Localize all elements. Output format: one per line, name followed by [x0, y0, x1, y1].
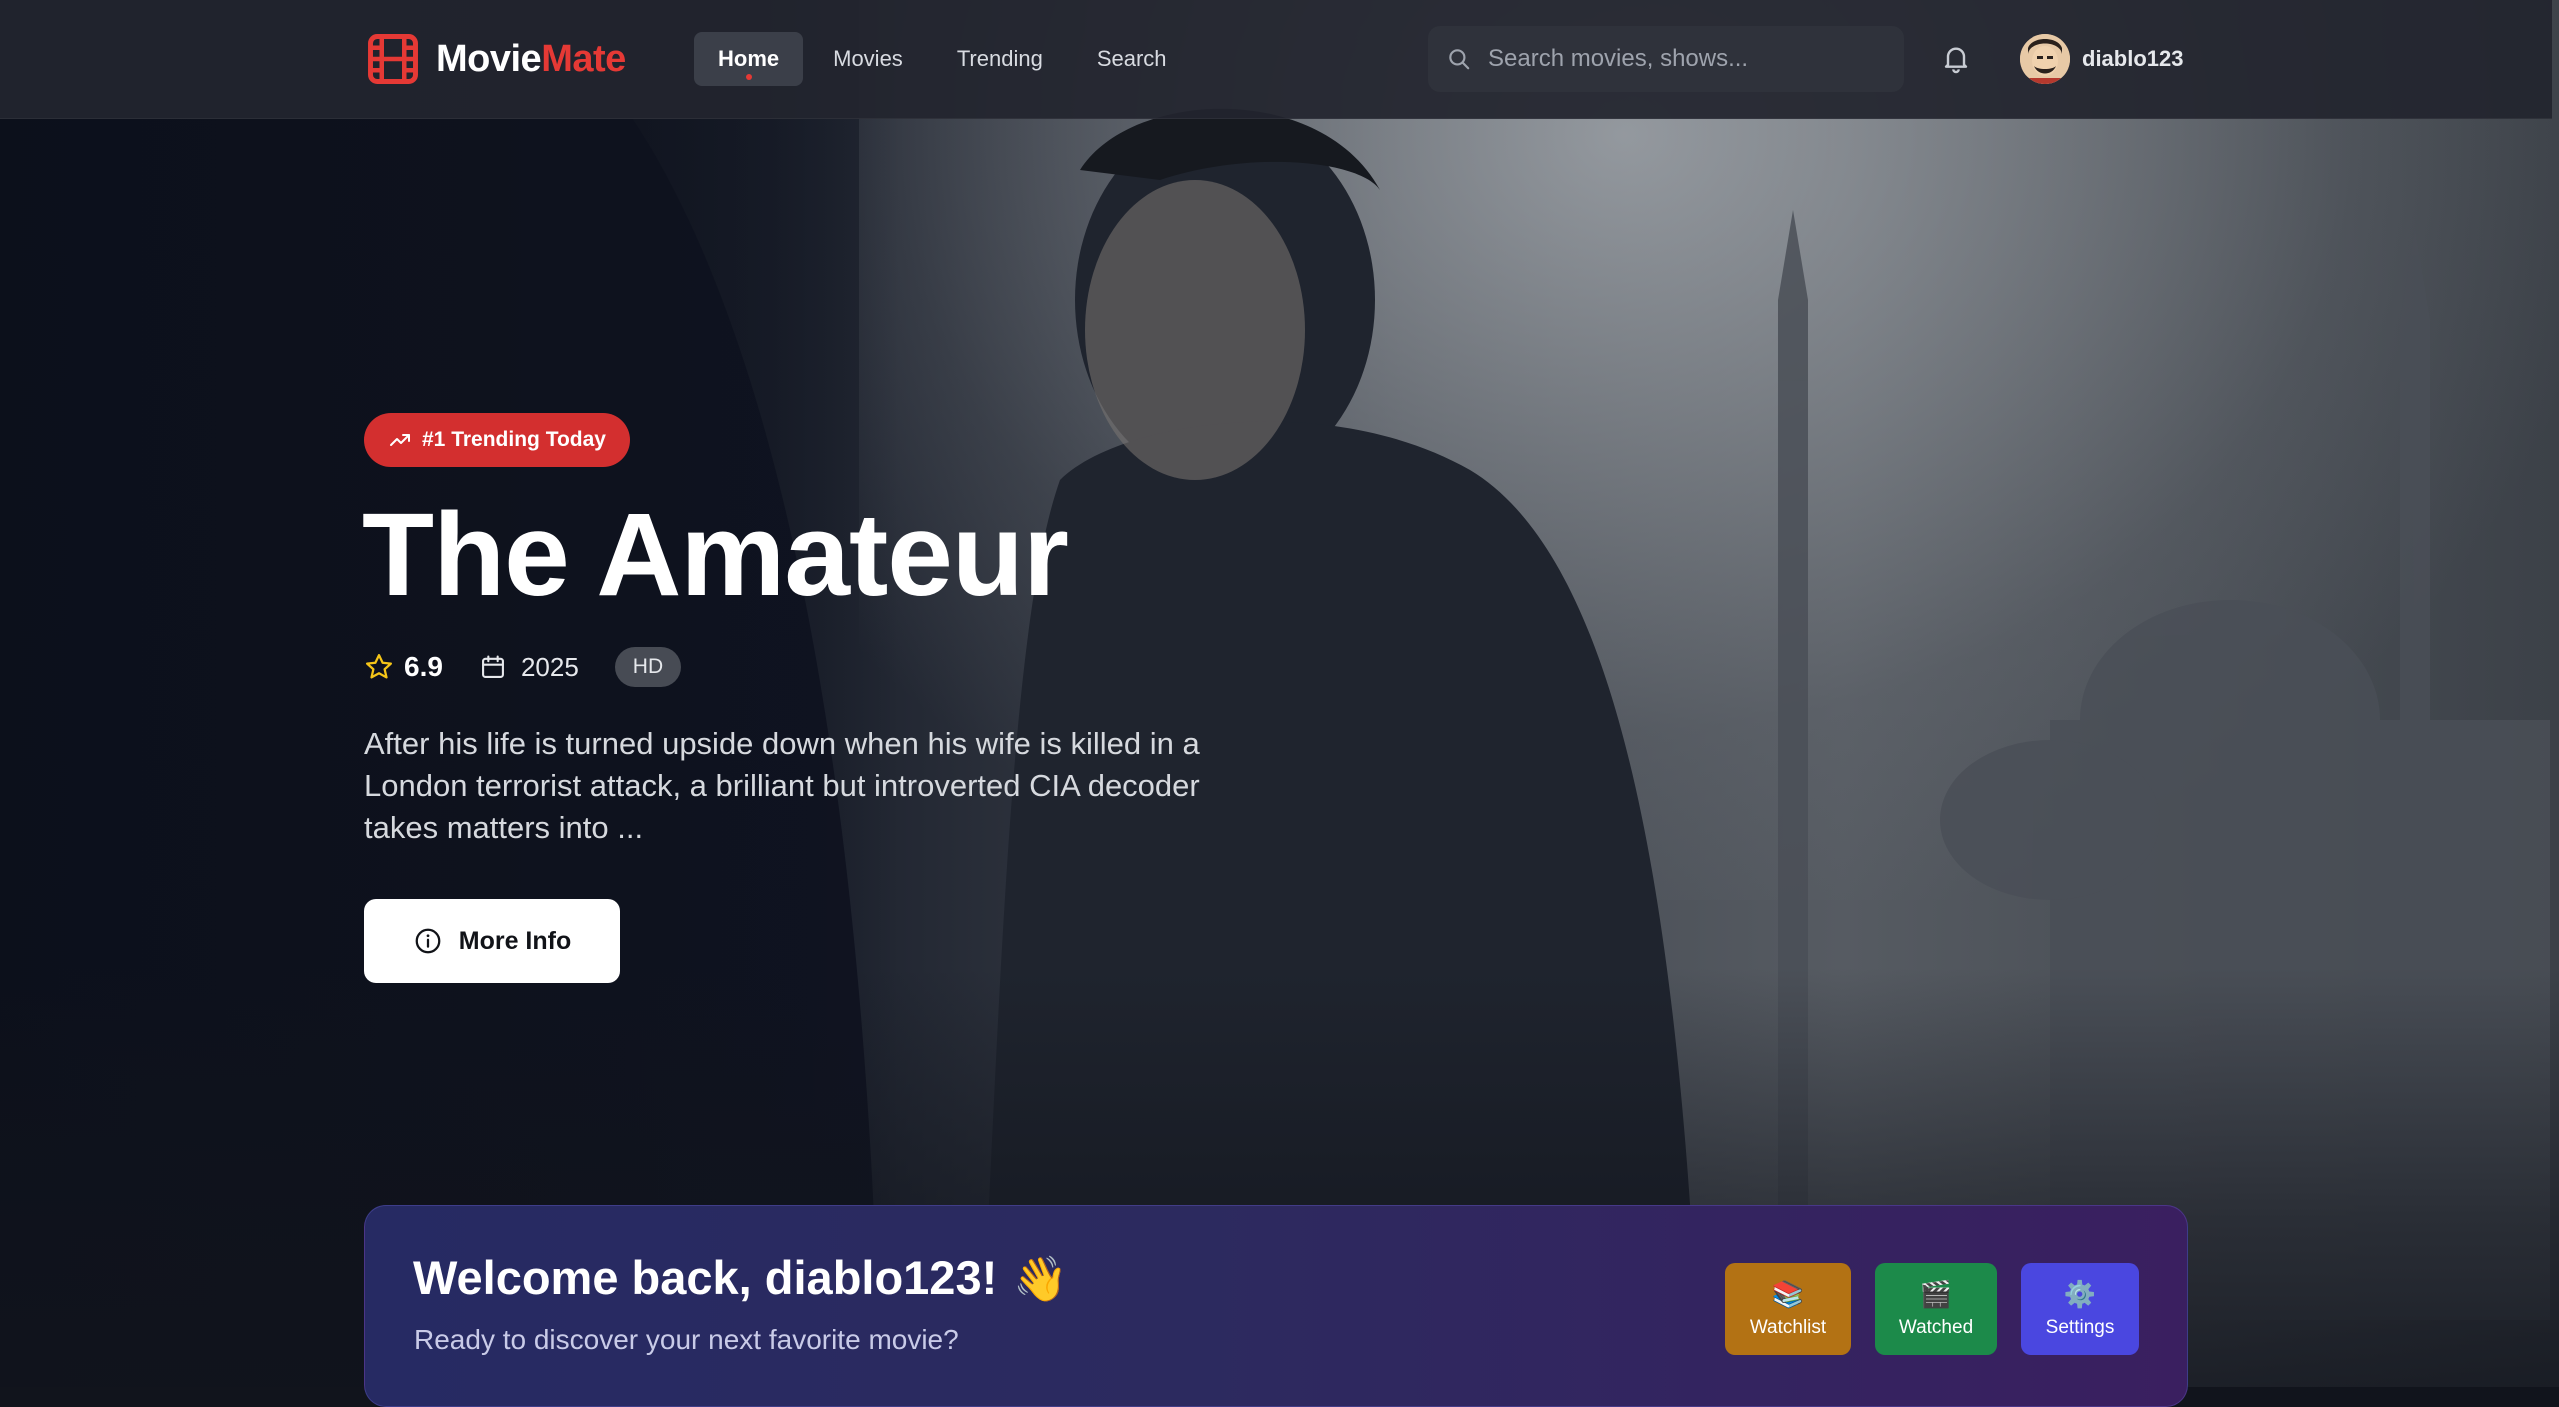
welcome-subtitle: Ready to discover your next favorite mov…: [414, 1324, 959, 1355]
trending-badge: #1 Trending Today: [364, 413, 630, 467]
nav-movies[interactable]: Movies: [809, 32, 927, 86]
top-navigation-bar: MovieMate Home Movies Trending Search Se…: [0, 0, 2552, 119]
star-icon: [366, 654, 392, 679]
movie-description: After his life is turned upside down whe…: [364, 726, 1200, 845]
watched-button[interactable]: 🎬 Watched: [1875, 1263, 1997, 1355]
more-info-button[interactable]: More Info: [364, 899, 620, 983]
bell-icon[interactable]: [1940, 42, 1972, 74]
gear-icon: ⚙️: [2063, 1279, 2097, 1309]
welcome-card: Welcome back, diablo123! 👋 Ready to disco…: [364, 1205, 2188, 1407]
hero-backdrop: [0, 0, 2559, 1387]
search-input[interactable]: [1486, 38, 1890, 80]
username: diablo123: [2082, 46, 2184, 71]
brand-name-primary: Movie: [436, 37, 542, 80]
user-menu[interactable]: diablo123: [2020, 32, 2183, 86]
watchlist-label: Watchlist: [1749, 1317, 1827, 1338]
quality-badge: HD: [614, 647, 682, 687]
watchlist-button[interactable]: 📚 Watchlist: [1725, 1263, 1851, 1355]
trending-badge-label: #1 Trending Today: [422, 428, 606, 451]
wave-icon: 👋: [1013, 1255, 1069, 1304]
search-bar[interactable]: [1428, 26, 1904, 92]
settings-label: Settings: [2045, 1317, 2115, 1338]
nav-trending[interactable]: Trending: [933, 32, 1067, 86]
brand-logo[interactable]: MovieMate: [366, 30, 626, 88]
brand-name-accent: Mate: [541, 37, 626, 80]
more-info-label: More Info: [458, 926, 572, 955]
film-icon: [368, 34, 418, 84]
avatar: [2020, 34, 2070, 84]
books-icon: 📚: [1771, 1279, 1805, 1309]
main-nav: Home Movies Trending Search: [694, 32, 1197, 86]
nav-search[interactable]: Search: [1073, 32, 1191, 86]
welcome-title: Welcome back, diablo123!: [413, 1251, 998, 1304]
nav-home[interactable]: Home: [694, 32, 804, 86]
search-icon: [1449, 49, 1470, 70]
welcome-heading: Welcome back, diablo123! 👋: [413, 1250, 1068, 1305]
movie-title: The Amateur: [362, 489, 1069, 621]
movie-year: 2025: [520, 651, 579, 682]
user-avatar-image: [2020, 34, 2070, 84]
brand-name: MovieMate: [436, 38, 626, 81]
clapperboard-icon: 🎬: [1919, 1279, 1953, 1309]
watched-label: Watched: [1898, 1317, 1974, 1338]
movie-meta: 6.9 2025 HD: [364, 646, 682, 688]
settings-button[interactable]: ⚙️ Settings: [2021, 1263, 2139, 1355]
calendar-icon: [481, 655, 504, 678]
trending-up-icon: [390, 434, 410, 446]
movie-rating: 6.9: [404, 651, 443, 682]
info-icon: [415, 928, 441, 954]
